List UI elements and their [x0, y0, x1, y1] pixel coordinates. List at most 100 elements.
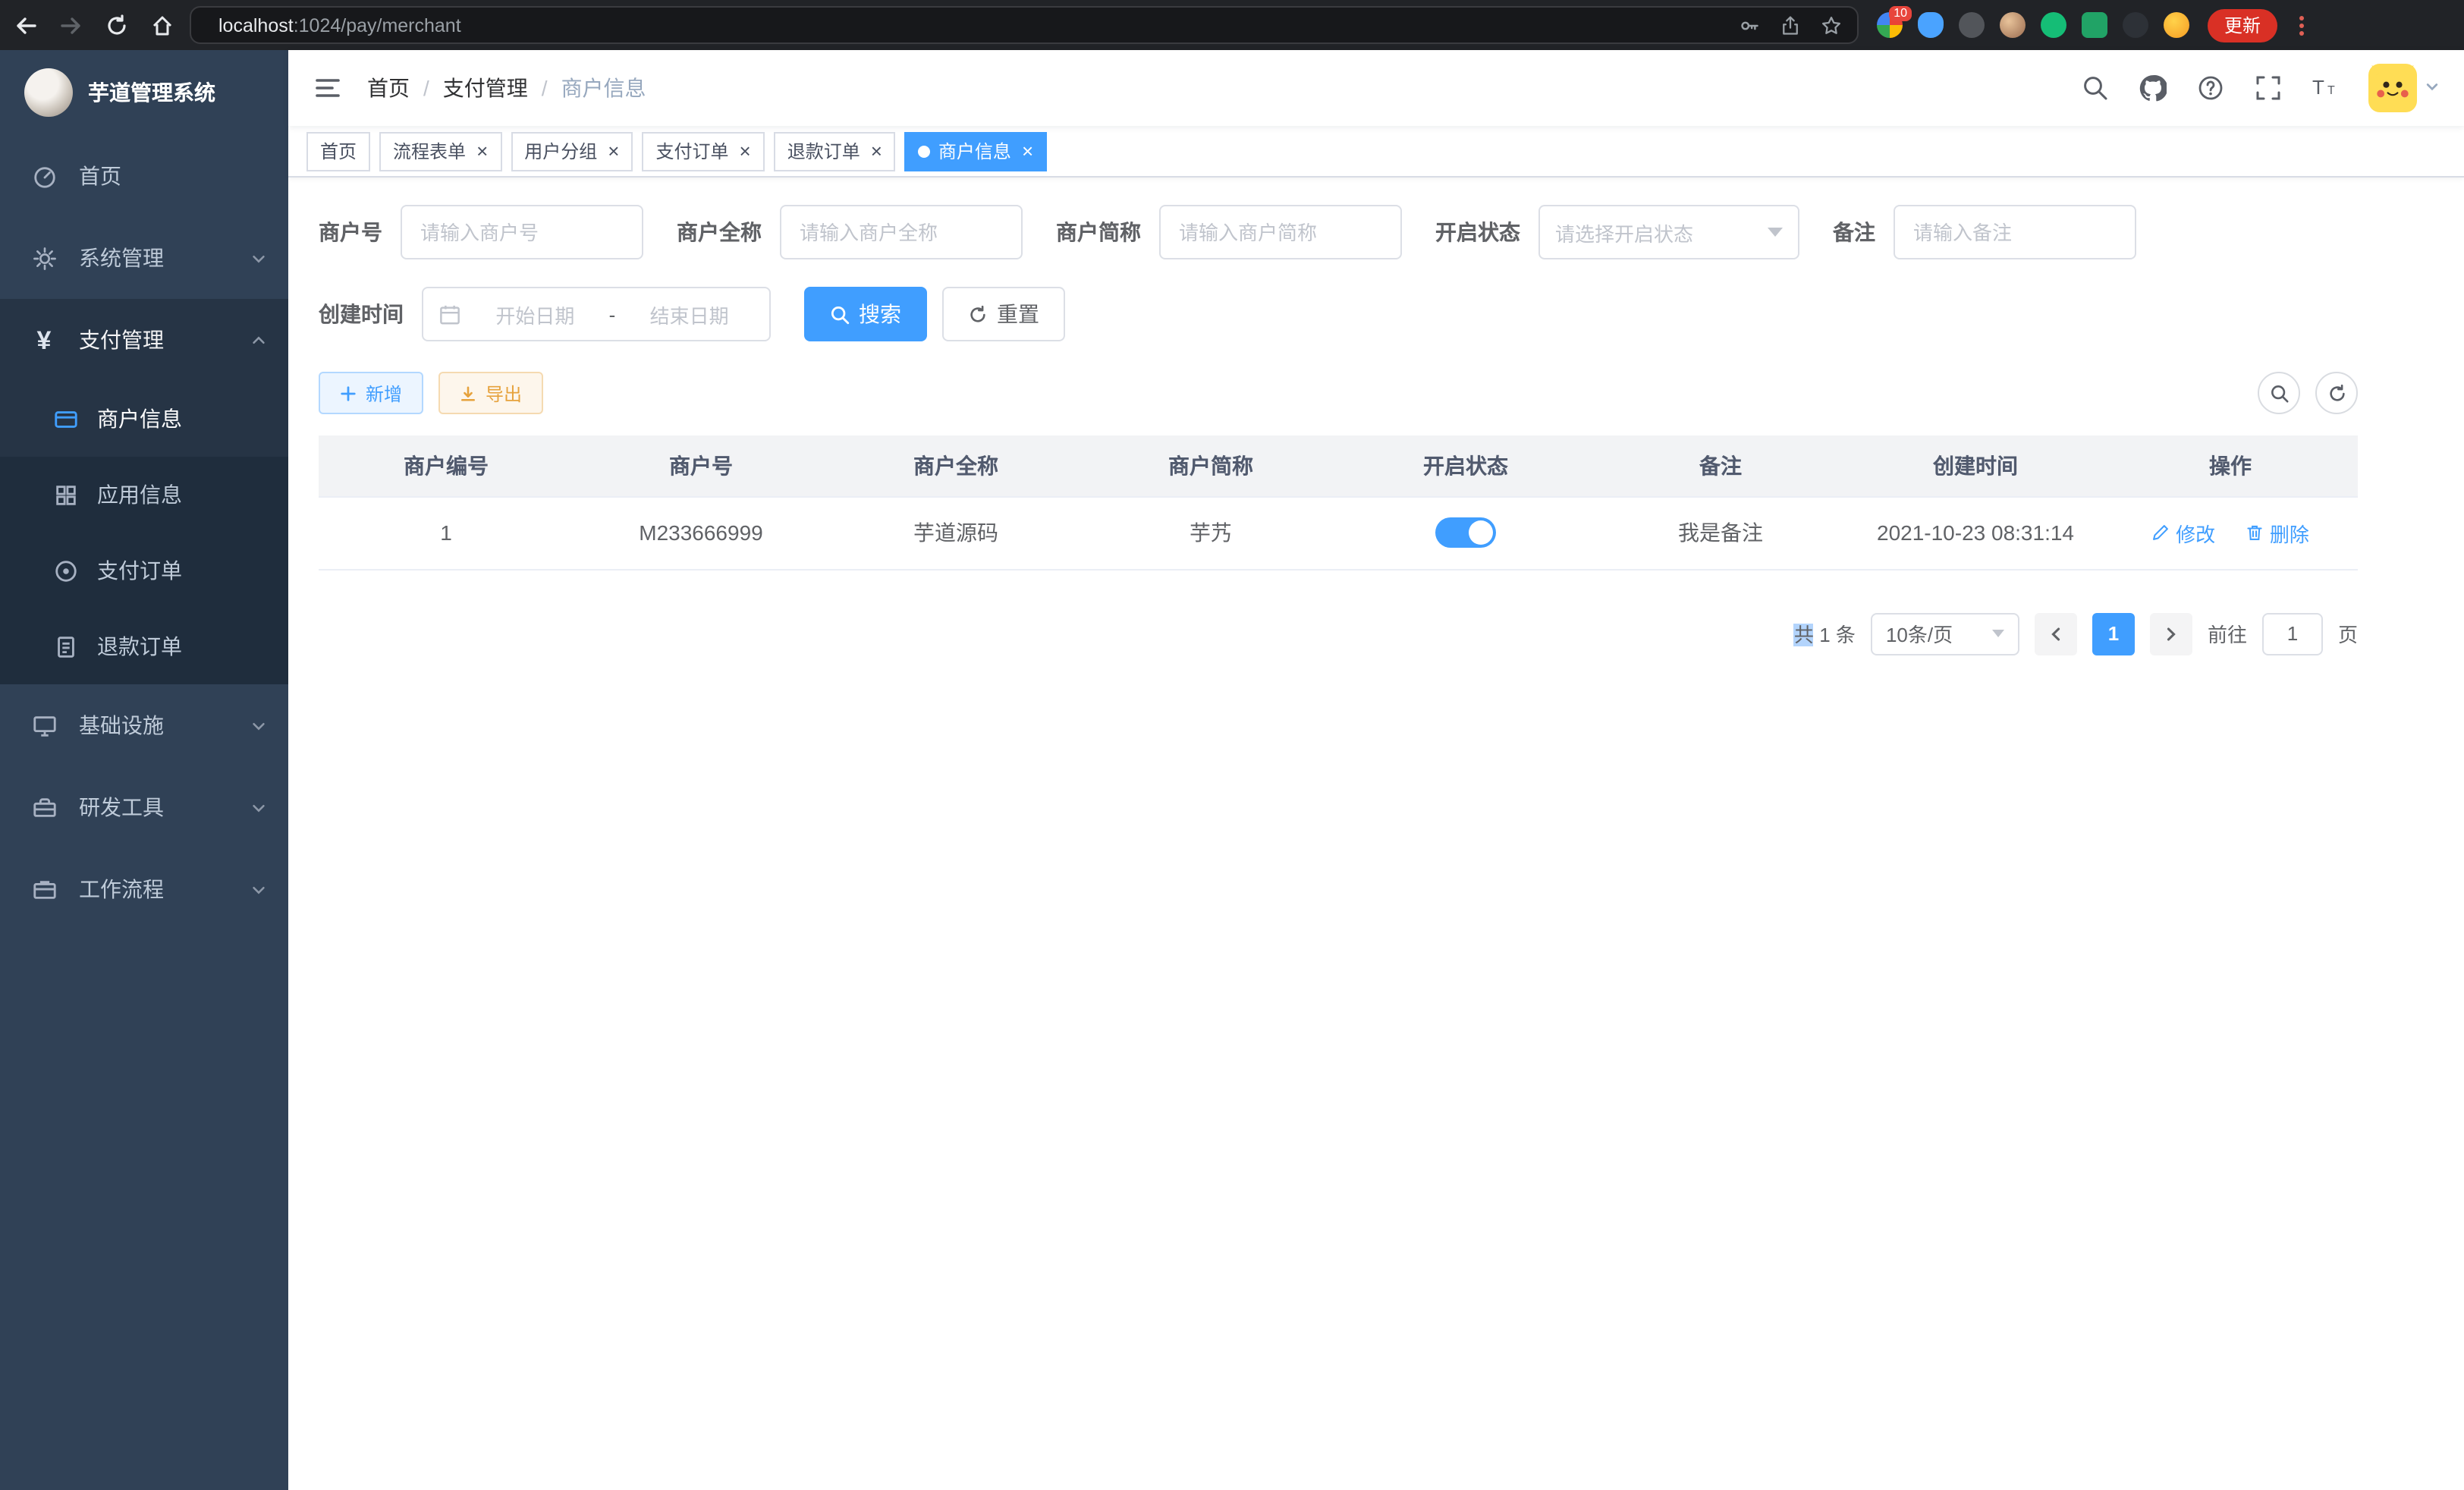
- tab-close-icon[interactable]: ×: [1022, 141, 1033, 161]
- extension-icon-1[interactable]: 10: [1877, 12, 1903, 38]
- extension-icon-6[interactable]: [2082, 12, 2107, 38]
- home-icon[interactable]: [149, 12, 174, 38]
- delete-link[interactable]: 删除: [2246, 518, 2309, 547]
- extension-icon-7[interactable]: [2123, 12, 2148, 38]
- date-separator: -: [609, 303, 616, 325]
- table-header-row: 商户编号 商户号 商户全称 商户简称 开启状态 备注 创建时间 操作: [319, 435, 2358, 496]
- sidebar-item-merchant-info[interactable]: 商户信息: [0, 381, 288, 457]
- extension-icon-5[interactable]: [2041, 12, 2066, 38]
- create-time-label: 创建时间: [319, 299, 404, 329]
- merchant-no-input[interactable]: [401, 205, 643, 259]
- url-bar[interactable]: localhost:1024/pay/merchant: [190, 6, 1859, 44]
- sidebar-item-refund-order[interactable]: 退款订单: [0, 608, 288, 684]
- remark-input[interactable]: [1894, 205, 2136, 259]
- tab-home[interactable]: 首页: [306, 131, 370, 171]
- chevron-down-icon: [1768, 228, 1783, 237]
- forward-icon[interactable]: [58, 12, 83, 38]
- tab-merchant-info[interactable]: 商户信息×: [905, 131, 1047, 171]
- toggle-search-icon[interactable]: [2258, 372, 2300, 414]
- breadcrumb: 首页 / 支付管理 / 商户信息: [367, 73, 646, 103]
- sidebar-item-infrastructure[interactable]: 基础设施: [0, 684, 288, 766]
- browser-update-button[interactable]: 更新: [2208, 8, 2277, 42]
- tab-user-group[interactable]: 用户分组×: [511, 131, 633, 171]
- sidebar-item-app-info[interactable]: 应用信息: [0, 457, 288, 533]
- short-name-input[interactable]: [1159, 205, 1402, 259]
- table-toolbar: 新增 导出: [319, 372, 2358, 414]
- goto-page-input[interactable]: [2262, 612, 2323, 655]
- sidebar-item-dev-tools[interactable]: 研发工具: [0, 766, 288, 848]
- fullscreen-icon[interactable]: [2253, 74, 2282, 102]
- bookmark-star-icon[interactable]: [1821, 14, 1842, 36]
- chevron-down-icon: [250, 799, 267, 816]
- chevron-up-icon: [250, 332, 267, 348]
- chevron-down-icon: [2425, 74, 2440, 102]
- sidebar-item-label: 首页: [79, 161, 121, 191]
- sidebar-item-system[interactable]: 系统管理: [0, 217, 288, 299]
- font-size-icon[interactable]: TT: [2311, 74, 2340, 102]
- prev-page-icon[interactable]: [2035, 612, 2077, 655]
- tab-close-icon[interactable]: ×: [740, 141, 751, 161]
- reload-icon[interactable]: [103, 12, 129, 38]
- monitor-icon: [30, 712, 58, 739]
- status-select[interactable]: 请选择开启状态: [1538, 205, 1799, 259]
- extension-badge: 10: [1889, 6, 1912, 21]
- breadcrumb-home[interactable]: 首页: [367, 73, 410, 103]
- hamburger-icon[interactable]: [313, 73, 343, 103]
- share-icon[interactable]: [1780, 14, 1801, 36]
- sidebar-item-payment[interactable]: ¥ 支付管理: [0, 299, 288, 381]
- screen: localhost:1024/pay/merchant 10 更新: [0, 0, 2464, 1490]
- extension-icon-4[interactable]: [2000, 12, 2026, 38]
- edit-link[interactable]: 修改: [2151, 518, 2215, 547]
- app-logo[interactable]: 芋道管理系统: [0, 50, 288, 135]
- export-button[interactable]: 导出: [438, 372, 543, 414]
- full-name-input[interactable]: [780, 205, 1023, 259]
- tab-close-icon[interactable]: ×: [476, 141, 488, 161]
- status-label: 开启状态: [1435, 217, 1520, 247]
- search-button[interactable]: 搜索: [804, 287, 927, 341]
- sidebar-item-home[interactable]: 首页: [0, 135, 288, 217]
- sidebar-item-label: 退款订单: [97, 631, 182, 662]
- create-time-range-picker[interactable]: 开始日期 - 结束日期: [422, 287, 771, 341]
- tab-close-icon[interactable]: ×: [871, 141, 882, 161]
- browser-menu-icon[interactable]: [2290, 13, 2314, 37]
- sidebar-item-pay-order[interactable]: 支付订单: [0, 533, 288, 608]
- tab-pay-order[interactable]: 支付订单×: [642, 131, 764, 171]
- tab-close-icon[interactable]: ×: [608, 141, 619, 161]
- status-toggle[interactable]: [1435, 517, 1496, 548]
- search-button-label: 搜索: [859, 299, 901, 329]
- github-icon[interactable]: [2138, 74, 2167, 102]
- credit-card-icon: [52, 405, 79, 432]
- tab-process-form[interactable]: 流程表单×: [379, 131, 501, 171]
- gear-icon: [30, 244, 58, 272]
- extension-icon-3[interactable]: [1959, 12, 1985, 38]
- export-button-label: 导出: [486, 380, 522, 406]
- password-key-icon[interactable]: [1739, 14, 1760, 36]
- sidebar-item-label: 支付管理: [79, 325, 164, 355]
- chevron-down-icon: [1992, 630, 2004, 637]
- col-remark: 备注: [1593, 435, 1848, 496]
- refresh-icon[interactable]: [2315, 372, 2358, 414]
- user-avatar[interactable]: [2368, 64, 2440, 112]
- grid-icon: [52, 481, 79, 508]
- col-create-time: 创建时间: [1848, 435, 2103, 496]
- browser-nav-buttons: [12, 12, 174, 38]
- tab-refund-order[interactable]: 退款订单×: [774, 131, 896, 171]
- next-page-icon[interactable]: [2150, 612, 2192, 655]
- sidebar-item-label: 商户信息: [97, 404, 182, 434]
- reset-button-label: 重置: [997, 299, 1039, 329]
- extension-icon-8[interactable]: [2164, 12, 2189, 38]
- sidebar-item-workflow[interactable]: 工作流程: [0, 848, 288, 930]
- reset-button[interactable]: 重置: [942, 287, 1065, 341]
- page-number-current[interactable]: 1: [2092, 612, 2135, 655]
- dashboard-icon: [30, 162, 58, 190]
- search-icon[interactable]: [2080, 74, 2109, 102]
- extension-icon-2[interactable]: [1918, 12, 1944, 38]
- sidebar-item-label: 支付订单: [97, 555, 182, 586]
- trash-icon: [2246, 523, 2264, 542]
- page-size-select[interactable]: 10条/页: [1871, 612, 2019, 655]
- delete-link-label: 删除: [2270, 518, 2309, 547]
- back-icon[interactable]: [12, 12, 38, 38]
- add-button[interactable]: 新增: [319, 372, 423, 414]
- help-icon[interactable]: [2195, 74, 2224, 102]
- breadcrumb-payment[interactable]: 支付管理: [443, 73, 528, 103]
